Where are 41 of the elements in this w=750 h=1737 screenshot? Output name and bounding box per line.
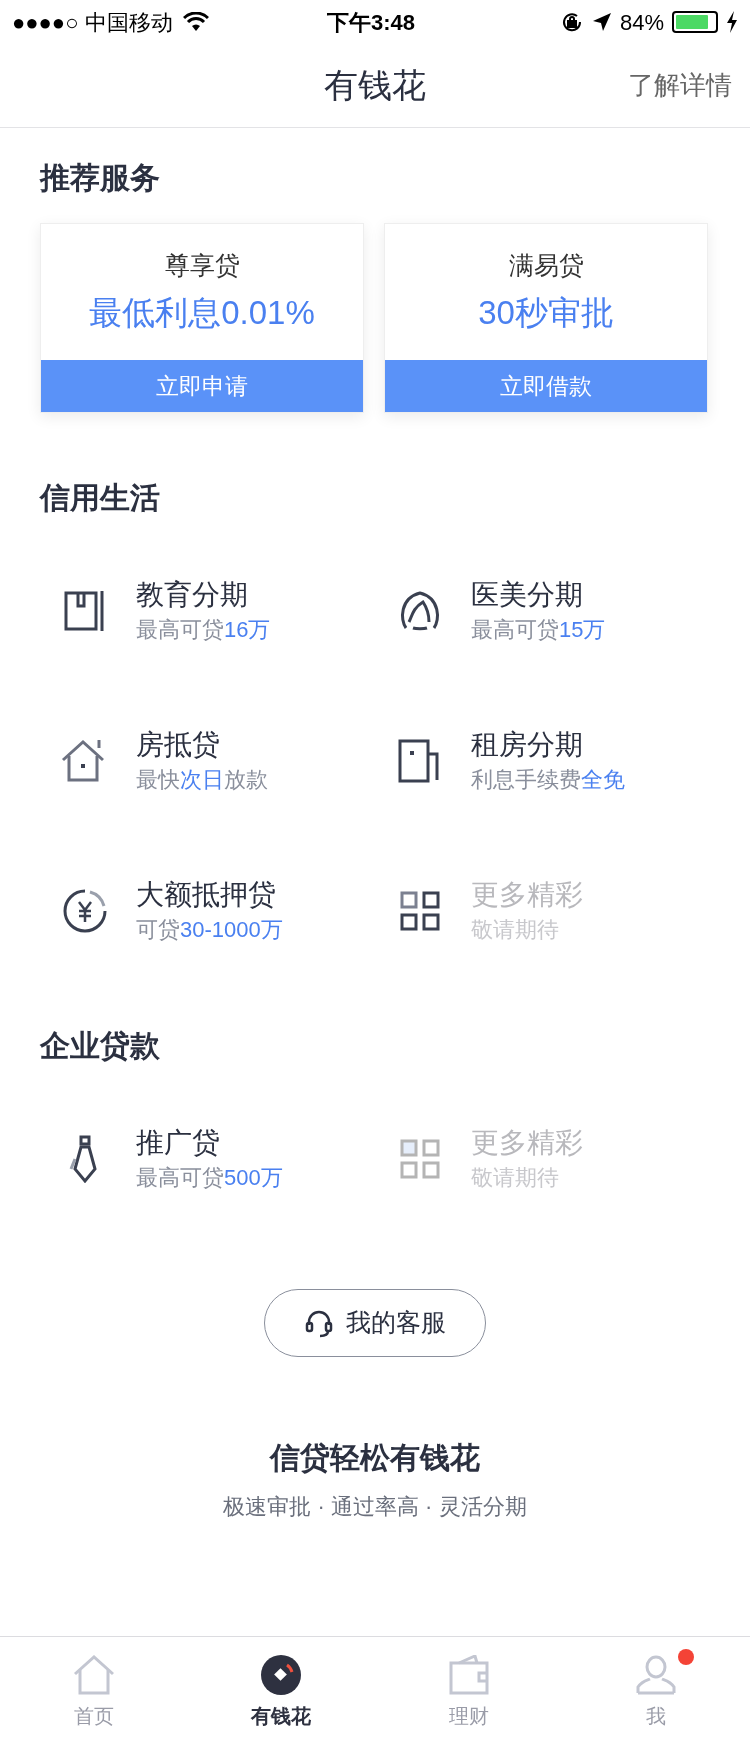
service-subtitle: 利息手续费全免 <box>471 766 625 794</box>
slogan-title: 信贷轻松有钱花 <box>270 1439 480 1477</box>
section-heading: 企业贷款 <box>40 1028 161 1064</box>
service-subtitle: 最高可贷16万 <box>136 616 271 644</box>
loan-card[interactable]: 满易贷 30秒审批 立即借款 <box>384 223 708 413</box>
headset-icon <box>304 1308 334 1338</box>
service-subtitle: 最高可贷500万 <box>136 1164 283 1192</box>
tab-item[interactable]: 有钱花 <box>187 1637 375 1737</box>
battery-icon <box>672 11 718 33</box>
grid-icon <box>400 1139 440 1179</box>
service-title[interactable]: 教育分期 <box>136 576 271 614</box>
details-link[interactable]: 了解详情 <box>628 66 732 105</box>
card-highlight: 30秒审批 <box>478 293 614 333</box>
card-title: 尊享贷 <box>164 249 240 281</box>
service-title[interactable]: 医美分期 <box>471 576 606 614</box>
section-heading: 推荐服务 <box>40 160 161 196</box>
section-heading: 信用生活 <box>40 480 161 516</box>
disc-icon <box>261 1655 302 1695</box>
carrier-text: ●●●●○ 中国移动 <box>12 8 173 37</box>
page-title: 有钱花 <box>324 65 426 106</box>
service-title[interactable]: 大额抵押贷 <box>136 876 283 914</box>
wallet-icon <box>448 1655 489 1695</box>
battery-percent: 84% <box>619 8 664 37</box>
card-title: 满易贷 <box>508 249 584 281</box>
location-icon <box>591 12 612 32</box>
service-title[interactable]: 租房分期 <box>471 726 625 764</box>
card-highlight: 最低利息0.01% <box>89 293 315 333</box>
loan-card[interactable]: 尊享贷 最低利息0.01% 立即申请 <box>40 223 364 413</box>
charging-icon <box>726 11 738 33</box>
wifi-icon <box>182 12 209 32</box>
service-subtitle: 最快次日 放款 <box>136 766 268 794</box>
grid-icon <box>400 891 440 931</box>
clock-text: 下午3:48 <box>327 8 416 37</box>
slogan-subtitle: 极速审批 · 通过率高 · 灵活分期 <box>223 1493 527 1521</box>
yuan-coin-icon <box>62 888 108 934</box>
home-icon <box>72 1655 115 1695</box>
service-subtitle: 可贷30-1000万 <box>136 916 283 944</box>
service-title[interactable]: 房抵贷 <box>136 726 268 764</box>
service-subtitle: 最高可贷15万 <box>471 616 606 644</box>
service-title[interactable]: 推广贷 <box>136 1124 283 1162</box>
person-icon <box>636 1655 677 1695</box>
